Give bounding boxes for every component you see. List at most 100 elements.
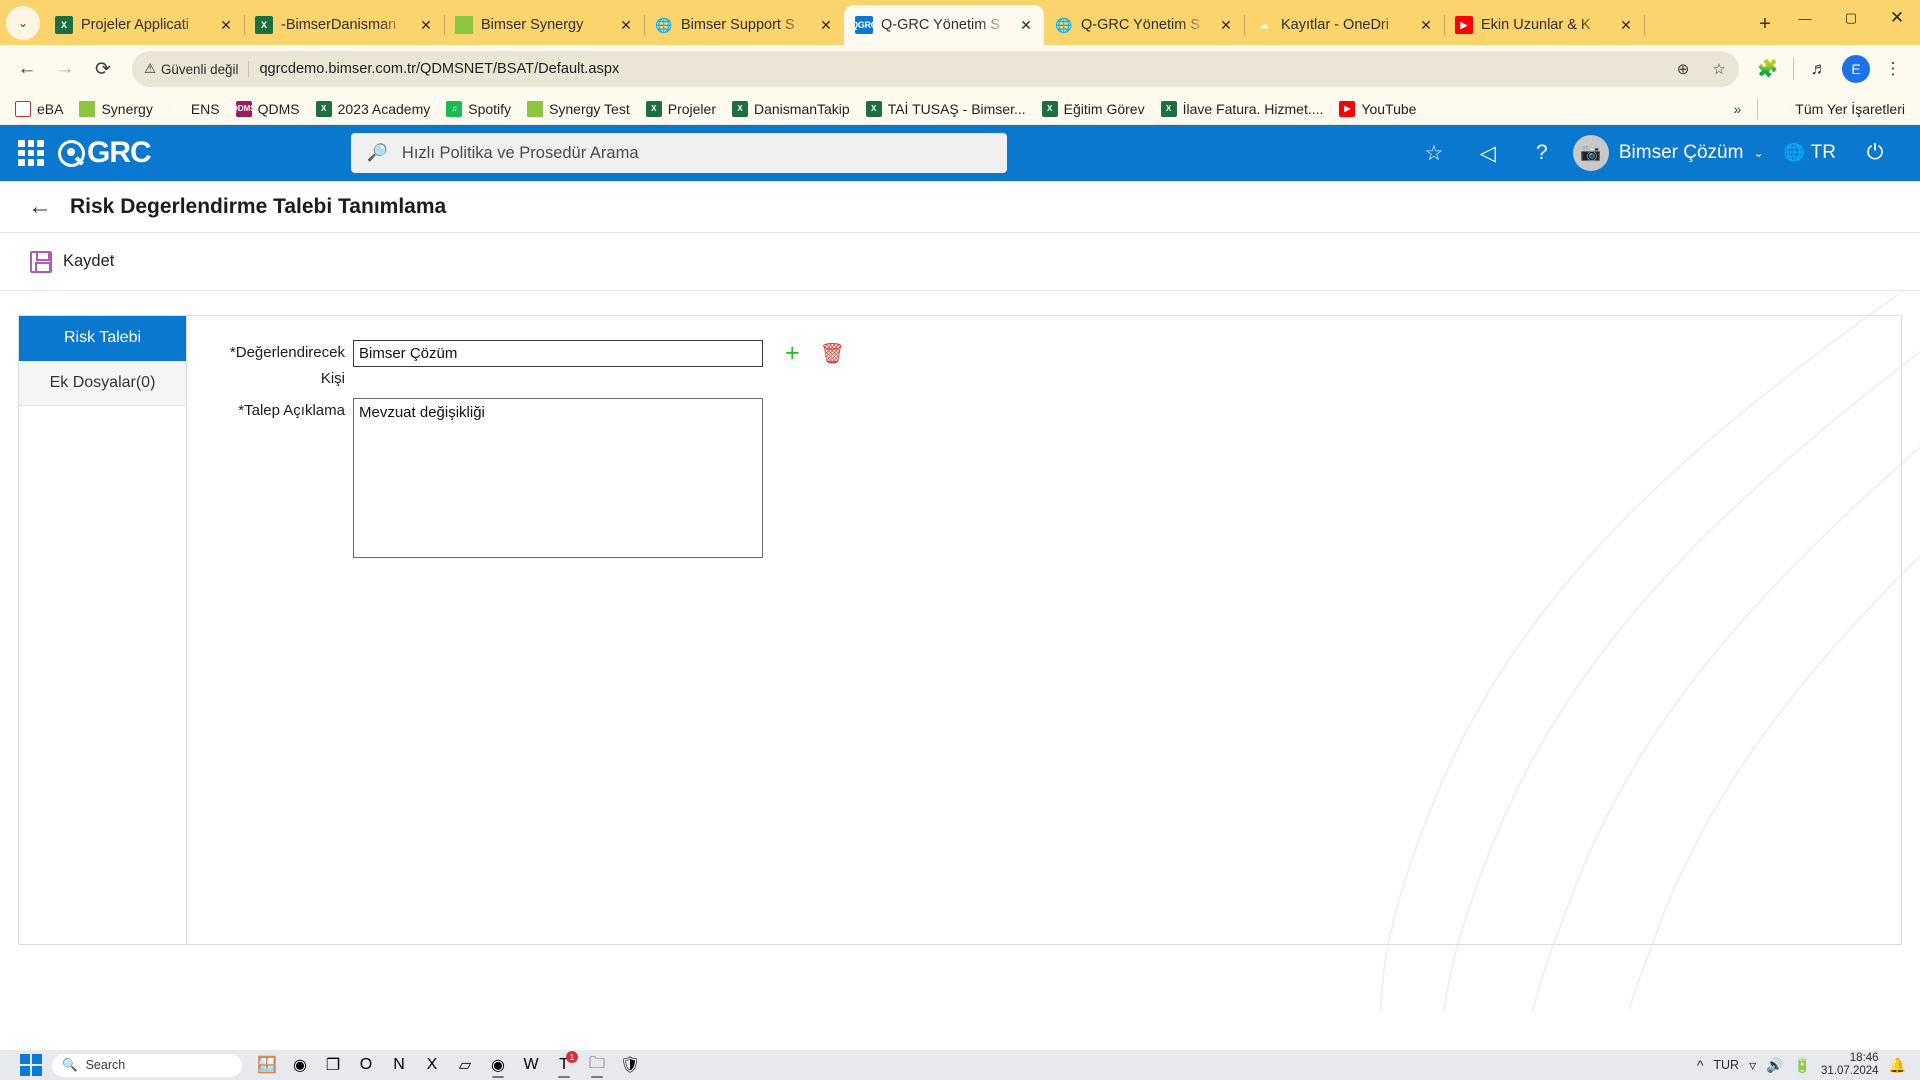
taskbar-widgets-icon[interactable]: 🪟 bbox=[252, 1052, 282, 1078]
xls-favicon-icon: X bbox=[1041, 100, 1058, 117]
close-tab-icon[interactable]: ✕ bbox=[216, 15, 236, 35]
back-button[interactable]: ← bbox=[10, 52, 44, 86]
close-tab-icon[interactable]: ✕ bbox=[1616, 15, 1636, 35]
browser-tab[interactable]: ☁ Kayıtlar - OneDri ✕ bbox=[1244, 5, 1445, 45]
browser-tab[interactable]: 🌐 Q-GRC Yönetim S ✕ bbox=[1044, 5, 1245, 45]
talep-aciklama-textarea[interactable] bbox=[353, 398, 763, 558]
taskbar-teams-icon[interactable]: T1 bbox=[549, 1051, 579, 1078]
media-control-icon[interactable]: ♬ bbox=[1802, 52, 1836, 86]
star-icon[interactable]: ☆ bbox=[1407, 125, 1461, 181]
bookmark-item[interactable]: X DanismanTakip bbox=[725, 98, 857, 120]
user-name-label: Bimser Çözüm bbox=[1618, 142, 1744, 163]
bookmark-star-icon[interactable]: ☆ bbox=[1705, 60, 1733, 78]
close-tab-icon[interactable]: ✕ bbox=[1416, 15, 1436, 35]
browser-tab[interactable]: ▶ Ekin Uzunlar & K ✕ bbox=[1444, 5, 1645, 45]
question-mark-icon[interactable]: ? bbox=[1515, 125, 1569, 181]
grc-logo[interactable]: GRC bbox=[58, 136, 152, 170]
eba-favicon-icon: eBA bbox=[15, 100, 31, 117]
maximize-button[interactable]: ▢ bbox=[1828, 0, 1874, 36]
taskbar-sticky-notes-icon[interactable]: ▱ bbox=[450, 1052, 480, 1078]
taskbar-file-explorer-icon[interactable]: 🗀 bbox=[582, 1052, 612, 1078]
taskbar-task-view-icon[interactable]: ❐ bbox=[318, 1052, 348, 1078]
taskbar-onenote-icon[interactable]: N bbox=[384, 1052, 414, 1078]
close-tab-icon[interactable]: ✕ bbox=[1016, 15, 1036, 35]
bookmark-item[interactable]: X Eğitim Görev bbox=[1035, 98, 1152, 120]
new-tab-button[interactable]: + bbox=[1748, 7, 1782, 41]
bell-icon[interactable]: 🔔 bbox=[1889, 1057, 1906, 1074]
page-back-button[interactable]: ← bbox=[28, 193, 52, 221]
bookmark-item[interactable]: X TAİ TUSAŞ - Bimser... bbox=[859, 98, 1033, 120]
quick-search-placeholder: Hızlı Politika ve Prosedür Arama bbox=[401, 143, 639, 162]
toolbar-divider bbox=[1793, 58, 1794, 80]
form-row: *Değerlendirecek Kişi+🗑 bbox=[205, 340, 1901, 392]
language-indicator[interactable]: TUR bbox=[1713, 1058, 1739, 1072]
taskbar-chrome-canary-icon[interactable]: ◉ bbox=[285, 1052, 315, 1078]
taskbar-excel-icon[interactable]: X bbox=[417, 1052, 447, 1078]
windows-logo-icon[interactable] bbox=[20, 1054, 42, 1076]
forward-button[interactable]: → bbox=[48, 52, 82, 86]
form-tab-active[interactable]: Risk Talebi bbox=[19, 316, 186, 361]
close-tab-icon[interactable]: ✕ bbox=[616, 15, 636, 35]
chevron-up-icon[interactable]: ^ bbox=[1697, 1057, 1704, 1073]
bookmark-item[interactable]: eBA eBA bbox=[8, 98, 70, 120]
address-bar[interactable]: ⚠ Güvenli değil qgrcdemo.bimser.com.tr/Q… bbox=[132, 51, 1739, 87]
bookmark-label: YouTube bbox=[1361, 100, 1417, 117]
bookmark-item[interactable]: QDMS QDMS bbox=[229, 98, 307, 120]
bookmark-label: ENS bbox=[190, 100, 220, 117]
zoom-in-icon[interactable]: ⊕ bbox=[1669, 60, 1697, 78]
form-tab-item[interactable]: Ek Dosyalar(0) bbox=[19, 361, 186, 406]
browser-tab-title: Bimser Synergy bbox=[481, 17, 584, 33]
folder-icon: 🗁 bbox=[1776, 102, 1787, 112]
close-tab-icon[interactable]: ✕ bbox=[816, 15, 836, 35]
browser-tab[interactable]: QGRC Q-GRC Yönetim S ✕ bbox=[844, 5, 1044, 45]
clock[interactable]: 18:46 31.07.2024 bbox=[1821, 1052, 1879, 1078]
battery-icon[interactable]: 🔋 bbox=[1794, 1057, 1811, 1074]
taskbar-outlook-icon[interactable]: O bbox=[351, 1052, 381, 1078]
puzzle-icon[interactable]: 🧩 bbox=[1751, 52, 1785, 86]
power-icon[interactable]: ⏻ bbox=[1848, 125, 1902, 181]
taskbar-chrome-icon[interactable]: ◉ bbox=[483, 1052, 513, 1078]
bookmark-item[interactable]: X 2023 Academy bbox=[309, 98, 438, 120]
speaker-icon[interactable]: 🔊 bbox=[1766, 1057, 1783, 1074]
kebab-menu-icon[interactable]: ⋮ bbox=[1876, 52, 1910, 86]
bookmark-item[interactable]: Synergy bbox=[72, 98, 159, 120]
tab-search-icon[interactable]: ⌄ bbox=[6, 6, 40, 40]
bookmark-item[interactable]: ♫ Spotify bbox=[439, 98, 518, 120]
browser-tab[interactable]: Bimser Synergy ✕ bbox=[444, 5, 645, 45]
url-text[interactable]: qgrcdemo.bimser.com.tr/QDMSNET/BSAT/Defa… bbox=[259, 61, 1661, 77]
user-menu[interactable]: 📷 Bimser Çözüm ⌄ bbox=[1569, 135, 1772, 171]
syn-favicon-icon bbox=[527, 100, 544, 117]
xls-favicon-icon: X bbox=[255, 16, 273, 34]
minimize-button[interactable]: — bbox=[1782, 0, 1828, 36]
close-tab-icon[interactable]: ✕ bbox=[416, 15, 436, 35]
save-button[interactable]: Kaydet bbox=[30, 250, 114, 273]
bookmarks-overflow-button[interactable]: » bbox=[1725, 101, 1749, 117]
quick-search-input[interactable]: 🔍 Hızlı Politika ve Prosedür Arama bbox=[350, 133, 1007, 173]
taskbar-security-icon[interactable]: 🛡 bbox=[615, 1052, 645, 1078]
megaphone-icon[interactable]: ◁ bbox=[1461, 125, 1515, 181]
language-switcher[interactable]: 🌐 TR bbox=[1772, 142, 1849, 164]
wifi-icon[interactable]: ▿ bbox=[1749, 1057, 1756, 1074]
browser-tab[interactable]: 🌐 Bimser Support S ✕ bbox=[644, 5, 844, 45]
xls-favicon-icon: X bbox=[315, 100, 332, 117]
trash-icon[interactable]: 🗑 bbox=[820, 341, 845, 366]
bookmark-item[interactable]: ◈ ENS bbox=[162, 98, 227, 120]
bookmark-item[interactable]: X İlave Fatura. Hizmet.... bbox=[1154, 98, 1331, 120]
browser-tab[interactable]: X -BimserDanisman ✕ bbox=[244, 5, 445, 45]
browser-tab[interactable]: X Projeler Applicati ✕ bbox=[44, 5, 245, 45]
reload-button[interactable]: ⟳ bbox=[86, 52, 120, 86]
profile-avatar[interactable]: E bbox=[1842, 55, 1870, 83]
apps-grid-icon[interactable] bbox=[18, 140, 44, 166]
close-tab-icon[interactable]: ✕ bbox=[1216, 15, 1236, 35]
plus-icon[interactable]: + bbox=[785, 341, 800, 366]
degerlendirecek-kisi-input[interactable] bbox=[353, 340, 763, 367]
site-security-badge[interactable]: ⚠ Güvenli değil bbox=[144, 61, 250, 77]
close-window-button[interactable]: ✕ bbox=[1874, 0, 1920, 36]
taskbar-search-input[interactable]: 🔍 Search bbox=[52, 1053, 242, 1077]
bookmark-item[interactable]: ▶ YouTube bbox=[1332, 98, 1423, 120]
brand-label: GRC bbox=[87, 136, 152, 169]
bookmark-item[interactable]: X Projeler bbox=[639, 98, 723, 120]
all-bookmarks-button[interactable]: 🗁 Tüm Yer İşaretleri bbox=[1766, 98, 1912, 120]
bookmark-item[interactable]: Synergy Test bbox=[520, 98, 637, 120]
taskbar-word-icon[interactable]: W bbox=[516, 1052, 546, 1078]
